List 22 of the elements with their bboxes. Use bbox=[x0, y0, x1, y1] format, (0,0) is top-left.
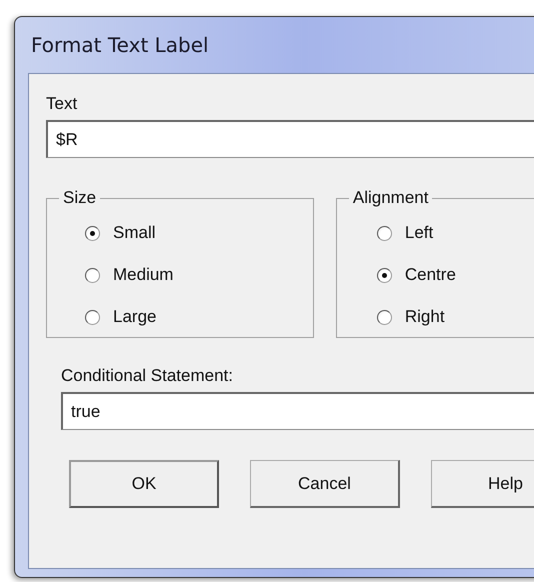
radio-label: Large bbox=[113, 307, 156, 327]
radio-button[interactable] bbox=[376, 226, 392, 240]
dialog-button[interactable]: OK bbox=[69, 460, 219, 508]
radio-button[interactable] bbox=[376, 310, 392, 324]
radio-button[interactable] bbox=[85, 226, 100, 240]
window-title: Format Text Label bbox=[31, 33, 209, 57]
radio-button[interactable] bbox=[85, 268, 100, 282]
radio-label: Medium bbox=[113, 265, 174, 285]
radio-label: Right bbox=[404, 307, 445, 327]
conditional-label: Conditional Statement: bbox=[61, 366, 234, 386]
conditional-field[interactable]: true bbox=[61, 392, 534, 430]
radio-label: Left bbox=[404, 223, 434, 243]
radio-label: Small bbox=[113, 223, 156, 243]
dialog-button[interactable]: Cancel bbox=[250, 460, 400, 508]
group-title: Size bbox=[62, 188, 98, 208]
radio-button[interactable] bbox=[376, 268, 392, 282]
text-label: Text bbox=[46, 94, 78, 114]
group-title: Alignment bbox=[352, 188, 430, 208]
radio-label: Centre bbox=[404, 265, 456, 285]
radio-button[interactable] bbox=[85, 310, 100, 324]
text-field[interactable]: $R bbox=[46, 120, 534, 158]
dialog-button[interactable]: Help bbox=[431, 460, 534, 508]
